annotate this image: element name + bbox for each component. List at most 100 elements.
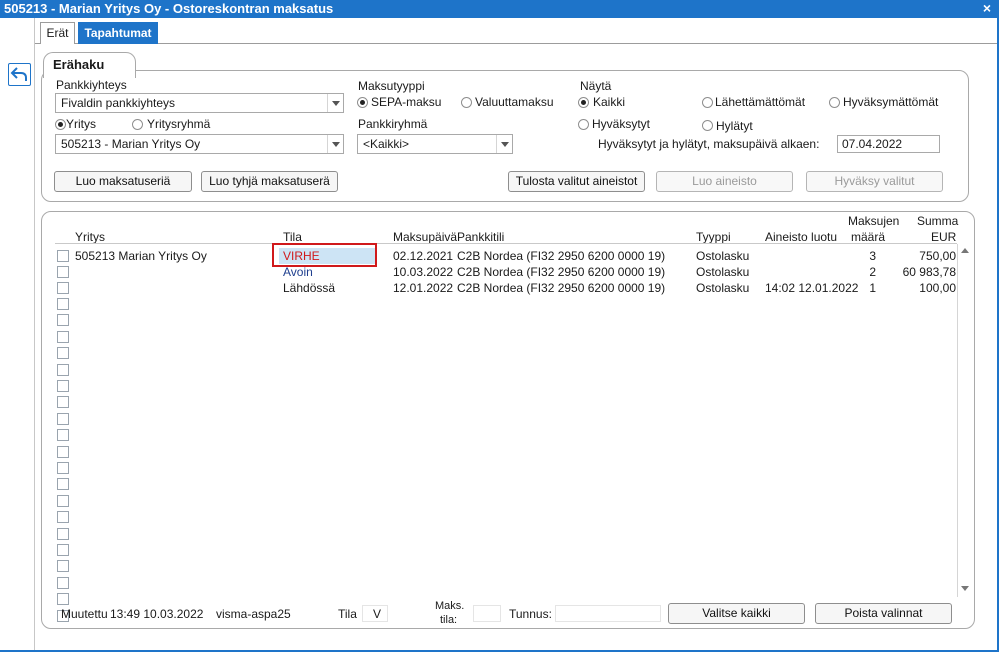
bank-connection-value: Fivaldin pankkiyhteys [61,96,176,110]
row-sum: 100,00 [919,281,956,295]
empty-row-checkbox[interactable] [57,560,69,573]
back-arrow-icon [10,67,27,81]
row-file-created: 14:02 12.01.2022 [765,281,859,295]
print-selected-button[interactable]: Tulosta valitut aineistot [508,171,645,192]
table-row[interactable]: 505213 Marian Yritys Oy VIRHE 02.12.2021… [0,248,999,264]
row-type: Ostolasku [696,281,750,295]
row-bank-account: C2B Nordea (FI32 2950 6200 0000 19) [457,265,666,279]
tab-tapahtumat[interactable]: Tapahtumat [78,22,158,44]
sepa-label: SEPA-maksu [371,95,442,109]
date-from-value: 07.04.2022 [842,137,903,151]
search-group-title: Erähaku [53,57,105,72]
col-header-company[interactable]: Yritys [75,230,105,244]
empty-row-checkbox[interactable] [57,330,69,343]
status-highlight-box [272,243,377,267]
empty-row-checkbox[interactable] [57,298,69,310]
row-payment-date: 12.01.2022 [393,281,454,295]
row-count: 1 [869,281,876,295]
approve-selected-button[interactable]: Hyväksy valitut [806,171,943,192]
unsent-radio[interactable] [702,97,713,108]
empty-row-checkbox[interactable] [57,396,69,409]
show-label: Näytä [580,79,612,93]
table-row[interactable]: Avoin 10.03.2022 C2B Nordea (FI32 2950 6… [0,264,999,280]
row-count: 3 [869,249,876,263]
empty-row-checkbox[interactable] [57,511,69,524]
clear-selections-button[interactable]: Poista valinnat [815,603,952,624]
empty-row-checkbox[interactable] [57,576,69,589]
row-checkbox[interactable] [57,266,69,278]
date-from-label: Hyväksytyt ja hylätyt, maksupäivä alkaen… [598,137,820,151]
row-sum: 750,00 [919,249,956,263]
col-header-count-line1[interactable]: Maksujen [848,214,899,228]
empty-row-checkbox[interactable] [57,429,69,442]
bank-group-select[interactable]: <Kaikki> [357,134,513,154]
scope-group-label: Yritysryhmä [147,117,211,131]
sepa-radio[interactable] [357,97,368,108]
col-header-file-created[interactable]: Aineisto luotu [765,230,837,244]
currency-payment-radio[interactable] [461,97,472,108]
col-header-sum-line2[interactable]: EUR [931,230,956,244]
col-header-bank-account[interactable]: Pankkitili [457,230,504,244]
row-type: Ostolasku [696,249,750,263]
company-select[interactable]: 505213 - Marian Yritys Oy [55,134,344,154]
close-icon[interactable]: × [983,0,991,16]
create-batches-button[interactable]: Luo maksatuseriä [54,171,192,192]
row-payment-date: 02.12.2021 [393,249,454,263]
tab-strip-line [35,43,997,44]
modified-label: Muutettu [61,607,108,621]
create-file-button[interactable]: Luo aineisto [656,171,793,192]
col-header-type[interactable]: Tyyppi [696,230,731,244]
col-header-payment-date[interactable]: Maksupäivä [393,230,457,244]
chevron-down-icon [327,135,343,153]
row-checkbox[interactable] [57,250,69,262]
show-all-label: Kaikki [593,95,626,109]
back-button[interactable] [8,63,31,86]
id-field [555,605,661,622]
empty-row-checkbox[interactable] [57,445,69,458]
modified-value: 13:49 10.03.2022 [110,607,204,621]
table-scrollbar[interactable] [957,244,973,597]
approved-radio[interactable] [578,119,589,130]
table-header-divider [55,243,957,244]
col-header-status[interactable]: Tila [283,230,302,244]
unapproved-label: Hyväksymättömät [843,95,939,109]
col-header-count-line2[interactable]: määrä [851,230,885,244]
empty-row-checkbox[interactable] [57,544,69,556]
empty-row-checkbox[interactable] [57,363,69,376]
table-row[interactable]: Lähdössä 12.01.2022 C2B Nordea (FI32 295… [0,280,999,296]
scroll-up-icon[interactable] [958,244,973,258]
empty-row-checkbox[interactable] [57,347,69,360]
empty-row-checkbox[interactable] [57,314,69,327]
currency-payment-label: Valuuttamaksu [475,95,554,109]
empty-row-checkbox[interactable] [57,478,69,491]
row-sum: 60 983,78 [902,265,956,279]
empty-row-checkbox[interactable] [57,462,69,474]
scroll-down-icon[interactable] [958,582,973,596]
empty-row-checkbox[interactable] [57,412,69,425]
rejected-radio[interactable] [702,120,713,131]
show-all-radio[interactable] [578,97,589,108]
empty-row-checkbox[interactable] [57,593,69,606]
payment-status-label-2: tila: [440,614,458,626]
date-from-input[interactable]: 07.04.2022 [837,135,940,153]
scope-company-radio[interactable] [55,119,66,130]
empty-row-checkbox[interactable] [57,380,69,392]
create-empty-batch-button[interactable]: Luo tyhjä maksatuserä [201,171,338,192]
left-toolbar [0,18,35,652]
payment-status-label-1: Maks. [435,600,465,612]
company-value: 505213 - Marian Yritys Oy [61,137,201,151]
col-header-sum-line1[interactable]: Summa [917,214,958,228]
empty-row-checkbox[interactable] [57,527,69,540]
select-all-button[interactable]: Valitse kaikki [668,603,805,624]
empty-row-checkbox[interactable] [57,494,69,507]
scope-group-radio[interactable] [132,119,143,130]
bank-connection-select[interactable]: Fivaldin pankkiyhteys [55,93,344,113]
tab-erat[interactable]: Erät [40,22,75,44]
row-bank-account: C2B Nordea (FI32 2950 6200 0000 19) [457,281,666,295]
payment-status-field [473,605,501,622]
scope-company-label: Yritys [66,117,96,131]
status-value: V [373,607,382,621]
payment-type-label: Maksutyyppi [358,79,425,93]
row-checkbox[interactable] [57,282,69,294]
unapproved-radio[interactable] [829,97,840,108]
